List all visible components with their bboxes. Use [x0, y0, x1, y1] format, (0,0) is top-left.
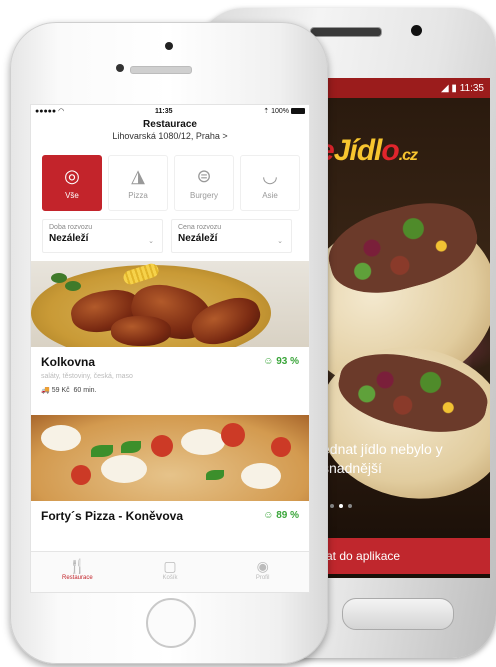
category-pizza[interactable]: ◮ Pizza	[108, 155, 168, 211]
chevron-down-icon: ⌄	[148, 238, 154, 245]
delivery-price-select[interactable]: Cena rozvozu Nezáleží ⌄	[171, 219, 292, 253]
android-status-bar: ◢ ▮ 11:35	[318, 78, 490, 98]
battery-text: ⇡ 100%	[263, 108, 289, 115]
delivery-address-link[interactable]: Lihovarská 1080/12, Praha >	[31, 131, 309, 141]
download-app-button[interactable]: vat do aplikace	[318, 538, 490, 574]
category-label: Asie	[262, 190, 278, 200]
android-screen: ◢ ▮ 11:35 eJídlo.cz ednat jídlo nebylo y…	[318, 78, 490, 578]
category-bar: ◎ Vše ◮ Pizza ⊜ Burgery ◡ Asie	[31, 149, 309, 211]
tab-label: Košík	[162, 575, 178, 581]
page-header: Restaurace Lihovarská 1080/12, Praha >	[31, 117, 309, 149]
filter-row: Doba rozvozu Nezáleží ⌄ Cena rozvozu Nez…	[31, 211, 309, 253]
battery-icon	[290, 108, 305, 115]
basket-icon: ▢	[163, 558, 177, 574]
iphone-screen: ●●●●● ◠ 11:35 ⇡ 100% Restaurace Lihovars…	[30, 104, 310, 593]
restaurant-name: Kolkovna	[41, 355, 96, 369]
restaurant-photo	[31, 415, 309, 501]
restaurant-tags: saláty, těstoviny, česká, maso	[41, 373, 133, 380]
filter-label: Doba rozvozu	[49, 224, 93, 231]
restaurant-rating: ☺ 89 %	[263, 510, 299, 521]
category-label: Vše	[65, 190, 79, 200]
filter-value: Nezáleží	[49, 233, 89, 244]
delivery-info: 🚚 59 Kč 60 min.	[41, 386, 299, 394]
delivery-time-select[interactable]: Doba rozvozu Nezáleží ⌄	[42, 219, 163, 253]
category-asie[interactable]: ◡ Asie	[240, 155, 300, 211]
delivery-price: 59 Kč	[51, 387, 70, 394]
all-icon: ◎	[64, 165, 80, 186]
filter-label: Cena rozvozu	[178, 224, 222, 231]
ios-status-bar: ●●●●● ◠ 11:35 ⇡ 100%	[31, 105, 309, 117]
android-camera	[411, 25, 422, 36]
tab-label: Restaurace	[61, 575, 93, 581]
carousel-dots[interactable]	[330, 504, 352, 508]
category-burgery[interactable]: ⊜ Burgery	[174, 155, 234, 211]
android-status-time: 11:35	[459, 82, 484, 94]
category-label: Pizza	[128, 190, 148, 200]
restaurant-photo	[31, 261, 309, 347]
bowl-icon: ◡	[262, 165, 278, 186]
pizza-icon: ◮	[131, 165, 145, 186]
android-status-icons: ◢ ▮	[440, 82, 457, 94]
android-tagline: ednat jídlo nebylo y snadnější	[322, 441, 443, 476]
damejidlo-logo: eJídlo.cz	[318, 134, 418, 167]
restaurant-card[interactable]: Kolkovna ☺ 93 % saláty, těstoviny, česká…	[31, 261, 309, 415]
iphone-sensor	[116, 64, 124, 72]
page-title: Restaurace	[143, 119, 197, 130]
filter-value: Nezáleží	[178, 233, 218, 244]
delivery-time: 60 min.	[73, 387, 97, 394]
android-home-button[interactable]	[342, 598, 454, 630]
wifi-icon: ◠	[58, 108, 65, 115]
restaurant-name: Forty´s Pizza - Koněvova	[41, 509, 184, 523]
chevron-down-icon: ⌄	[277, 238, 283, 245]
profile-icon: ◉	[256, 558, 269, 574]
android-speaker	[310, 27, 382, 37]
signal-indicator: ●●●●●	[35, 108, 59, 115]
tab-kosik[interactable]: ▢ Košík	[124, 552, 217, 592]
category-all[interactable]: ◎ Vše	[42, 155, 102, 211]
tab-label: Profil	[255, 575, 270, 581]
restaurant-card[interactable]: Forty´s Pizza - Koněvova ☺ 89 %	[31, 415, 309, 525]
iphone-home-button[interactable]	[146, 598, 196, 648]
tab-bar: 🍴 Restaurace ▢ Košík ◉ Profil	[31, 551, 309, 592]
iphone-camera	[165, 42, 173, 50]
tab-profil[interactable]: ◉ Profil	[216, 552, 309, 592]
status-time: 11:35	[154, 107, 173, 115]
fork-knife-icon: 🍴	[68, 558, 87, 574]
iphone-speaker	[130, 66, 192, 74]
delivery-truck-icon: 🚚	[41, 387, 50, 394]
smiley-icon: ☺	[263, 510, 277, 521]
burger-icon: ⊜	[196, 165, 212, 186]
tab-restaurace[interactable]: 🍴 Restaurace	[31, 552, 124, 592]
smiley-icon: ☺	[263, 356, 277, 367]
category-label: Burgery	[189, 190, 218, 200]
restaurant-rating: ☺ 93 %	[263, 356, 299, 367]
